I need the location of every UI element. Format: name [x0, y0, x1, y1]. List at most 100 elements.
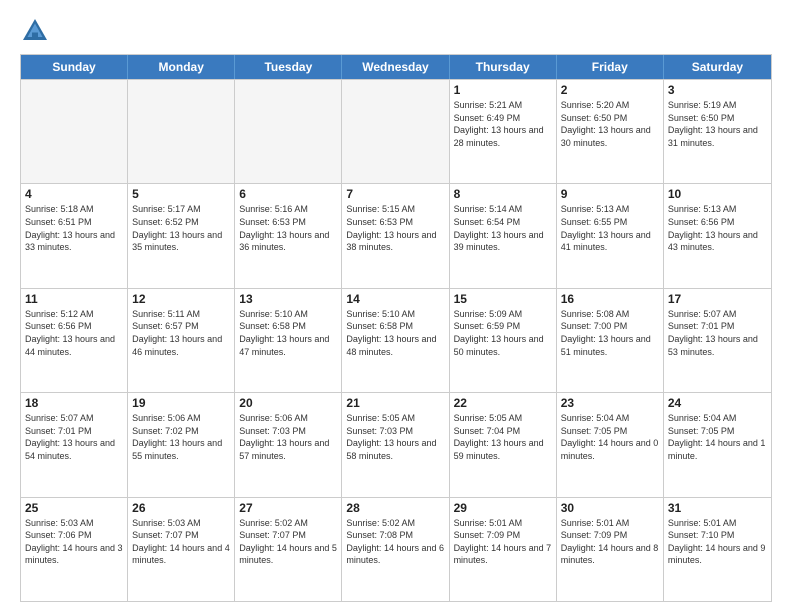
- cell-info: Sunrise: 5:01 AM Sunset: 7:09 PM Dayligh…: [454, 517, 552, 567]
- day-number: 26: [132, 501, 230, 515]
- cell-info: Sunrise: 5:04 AM Sunset: 7:05 PM Dayligh…: [668, 412, 767, 462]
- cell-info: Sunrise: 5:14 AM Sunset: 6:54 PM Dayligh…: [454, 203, 552, 253]
- cal-week-4: 18Sunrise: 5:07 AM Sunset: 7:01 PM Dayli…: [21, 392, 771, 496]
- cal-cell: 16 Sunrise: 5:08 AM Sunset: 7:00 PM Dayli…: [557, 289, 664, 392]
- cal-week-3: 11Sunrise: 5:12 AM Sunset: 6:56 PM Dayli…: [21, 288, 771, 392]
- cal-cell: [21, 80, 128, 183]
- cal-header-saturday: Saturday: [664, 55, 771, 79]
- cell-info: Sunrise: 5:20 AM Sunset: 6:50 PM Dayligh…: [561, 99, 659, 149]
- day-number: 27: [239, 501, 337, 515]
- cal-cell: 25 Sunrise: 5:03 AM Sunset: 7:06 PM Dayli…: [21, 498, 128, 601]
- cell-info: Sunrise: 5:17 AM Sunset: 6:52 PM Dayligh…: [132, 203, 230, 253]
- cal-cell: 11Sunrise: 5:12 AM Sunset: 6:56 PM Dayli…: [21, 289, 128, 392]
- calendar: SundayMondayTuesdayWednesdayThursdayFrid…: [20, 54, 772, 602]
- cell-info: Sunrise: 5:09 AM Sunset: 6:59 PM Dayligh…: [454, 308, 552, 358]
- day-number: 7: [346, 187, 444, 201]
- cell-info: Sunrise: 5:21 AM Sunset: 6:49 PM Dayligh…: [454, 99, 552, 149]
- day-number: 8: [454, 187, 552, 201]
- cal-cell: 22 Sunrise: 5:05 AM Sunset: 7:04 PM Dayli…: [450, 393, 557, 496]
- day-number: 13: [239, 292, 337, 306]
- calendar-body: 1 Sunrise: 5:21 AM Sunset: 6:49 PM Daylig…: [21, 79, 771, 601]
- cell-info: Sunrise: 5:16 AM Sunset: 6:53 PM Dayligh…: [239, 203, 337, 253]
- cell-info: Sunrise: 5:07 AM Sunset: 7:01 PM Dayligh…: [25, 412, 123, 462]
- cal-week-5: 25 Sunrise: 5:03 AM Sunset: 7:06 PM Dayli…: [21, 497, 771, 601]
- cal-cell: 5 Sunrise: 5:17 AM Sunset: 6:52 PM Daylig…: [128, 184, 235, 287]
- day-number: 19: [132, 396, 230, 410]
- cal-header-friday: Friday: [557, 55, 664, 79]
- cal-cell: 26 Sunrise: 5:03 AM Sunset: 7:07 PM Dayli…: [128, 498, 235, 601]
- cell-info: Sunrise: 5:11 AM Sunset: 6:57 PM Dayligh…: [132, 308, 230, 358]
- cal-cell: 9 Sunrise: 5:13 AM Sunset: 6:55 PM Daylig…: [557, 184, 664, 287]
- day-number: 14: [346, 292, 444, 306]
- day-number: 4: [25, 187, 123, 201]
- cal-cell: 13 Sunrise: 5:10 AM Sunset: 6:58 PM Dayli…: [235, 289, 342, 392]
- day-number: 11: [25, 292, 123, 306]
- cell-info: Sunrise: 5:02 AM Sunset: 7:08 PM Dayligh…: [346, 517, 444, 567]
- cell-info: Sunrise: 5:05 AM Sunset: 7:04 PM Dayligh…: [454, 412, 552, 462]
- cal-header-wednesday: Wednesday: [342, 55, 449, 79]
- cal-header-monday: Monday: [128, 55, 235, 79]
- day-number: 29: [454, 501, 552, 515]
- cal-header-thursday: Thursday: [450, 55, 557, 79]
- cal-cell: 2 Sunrise: 5:20 AM Sunset: 6:50 PM Daylig…: [557, 80, 664, 183]
- calendar-header-row: SundayMondayTuesdayWednesdayThursdayFrid…: [21, 55, 771, 79]
- logo-icon: [20, 16, 50, 46]
- cal-cell: 4 Sunrise: 5:18 AM Sunset: 6:51 PM Daylig…: [21, 184, 128, 287]
- cal-cell: 20Sunrise: 5:06 AM Sunset: 7:03 PM Dayli…: [235, 393, 342, 496]
- day-number: 31: [668, 501, 767, 515]
- cal-cell: 3 Sunrise: 5:19 AM Sunset: 6:50 PM Daylig…: [664, 80, 771, 183]
- day-number: 2: [561, 83, 659, 97]
- day-number: 23: [561, 396, 659, 410]
- cell-info: Sunrise: 5:08 AM Sunset: 7:00 PM Dayligh…: [561, 308, 659, 358]
- day-number: 5: [132, 187, 230, 201]
- cal-cell: 28 Sunrise: 5:02 AM Sunset: 7:08 PM Dayli…: [342, 498, 449, 601]
- cell-info: Sunrise: 5:05 AM Sunset: 7:03 PM Dayligh…: [346, 412, 444, 462]
- cell-info: Sunrise: 5:19 AM Sunset: 6:50 PM Dayligh…: [668, 99, 767, 149]
- cell-info: Sunrise: 5:18 AM Sunset: 6:51 PM Dayligh…: [25, 203, 123, 253]
- cal-cell: 21 Sunrise: 5:05 AM Sunset: 7:03 PM Dayli…: [342, 393, 449, 496]
- cell-info: Sunrise: 5:06 AM Sunset: 7:02 PM Dayligh…: [132, 412, 230, 462]
- cal-cell: [235, 80, 342, 183]
- cal-cell: 29 Sunrise: 5:01 AM Sunset: 7:09 PM Dayli…: [450, 498, 557, 601]
- cal-cell: [128, 80, 235, 183]
- day-number: 28: [346, 501, 444, 515]
- day-number: 12: [132, 292, 230, 306]
- cal-cell: 7Sunrise: 5:15 AM Sunset: 6:53 PM Daylig…: [342, 184, 449, 287]
- day-number: 9: [561, 187, 659, 201]
- cal-cell: 8 Sunrise: 5:14 AM Sunset: 6:54 PM Daylig…: [450, 184, 557, 287]
- cell-info: Sunrise: 5:02 AM Sunset: 7:07 PM Dayligh…: [239, 517, 337, 567]
- day-number: 15: [454, 292, 552, 306]
- cell-info: Sunrise: 5:03 AM Sunset: 7:07 PM Dayligh…: [132, 517, 230, 567]
- header: [20, 16, 772, 46]
- cal-cell: 12 Sunrise: 5:11 AM Sunset: 6:57 PM Dayli…: [128, 289, 235, 392]
- cell-info: Sunrise: 5:03 AM Sunset: 7:06 PM Dayligh…: [25, 517, 123, 567]
- cal-cell: 30 Sunrise: 5:01 AM Sunset: 7:09 PM Dayli…: [557, 498, 664, 601]
- cal-cell: 18Sunrise: 5:07 AM Sunset: 7:01 PM Dayli…: [21, 393, 128, 496]
- cell-info: Sunrise: 5:01 AM Sunset: 7:09 PM Dayligh…: [561, 517, 659, 567]
- page: SundayMondayTuesdayWednesdayThursdayFrid…: [0, 0, 792, 612]
- day-number: 22: [454, 396, 552, 410]
- cal-cell: 6 Sunrise: 5:16 AM Sunset: 6:53 PM Daylig…: [235, 184, 342, 287]
- day-number: 21: [346, 396, 444, 410]
- day-number: 6: [239, 187, 337, 201]
- cell-info: Sunrise: 5:13 AM Sunset: 6:56 PM Dayligh…: [668, 203, 767, 253]
- day-number: 16: [561, 292, 659, 306]
- day-number: 3: [668, 83, 767, 97]
- cal-cell: 10Sunrise: 5:13 AM Sunset: 6:56 PM Dayli…: [664, 184, 771, 287]
- cell-info: Sunrise: 5:10 AM Sunset: 6:58 PM Dayligh…: [239, 308, 337, 358]
- logo: [20, 16, 56, 46]
- cal-header-sunday: Sunday: [21, 55, 128, 79]
- cal-week-1: 1 Sunrise: 5:21 AM Sunset: 6:49 PM Daylig…: [21, 79, 771, 183]
- day-number: 25: [25, 501, 123, 515]
- cell-info: Sunrise: 5:13 AM Sunset: 6:55 PM Dayligh…: [561, 203, 659, 253]
- cell-info: Sunrise: 5:06 AM Sunset: 7:03 PM Dayligh…: [239, 412, 337, 462]
- cal-cell: 14 Sunrise: 5:10 AM Sunset: 6:58 PM Dayli…: [342, 289, 449, 392]
- cal-cell: 19 Sunrise: 5:06 AM Sunset: 7:02 PM Dayli…: [128, 393, 235, 496]
- cell-info: Sunrise: 5:10 AM Sunset: 6:58 PM Dayligh…: [346, 308, 444, 358]
- cal-cell: 17Sunrise: 5:07 AM Sunset: 7:01 PM Dayli…: [664, 289, 771, 392]
- cell-info: Sunrise: 5:01 AM Sunset: 7:10 PM Dayligh…: [668, 517, 767, 567]
- cal-cell: 27 Sunrise: 5:02 AM Sunset: 7:07 PM Dayli…: [235, 498, 342, 601]
- day-number: 17: [668, 292, 767, 306]
- day-number: 1: [454, 83, 552, 97]
- day-number: 30: [561, 501, 659, 515]
